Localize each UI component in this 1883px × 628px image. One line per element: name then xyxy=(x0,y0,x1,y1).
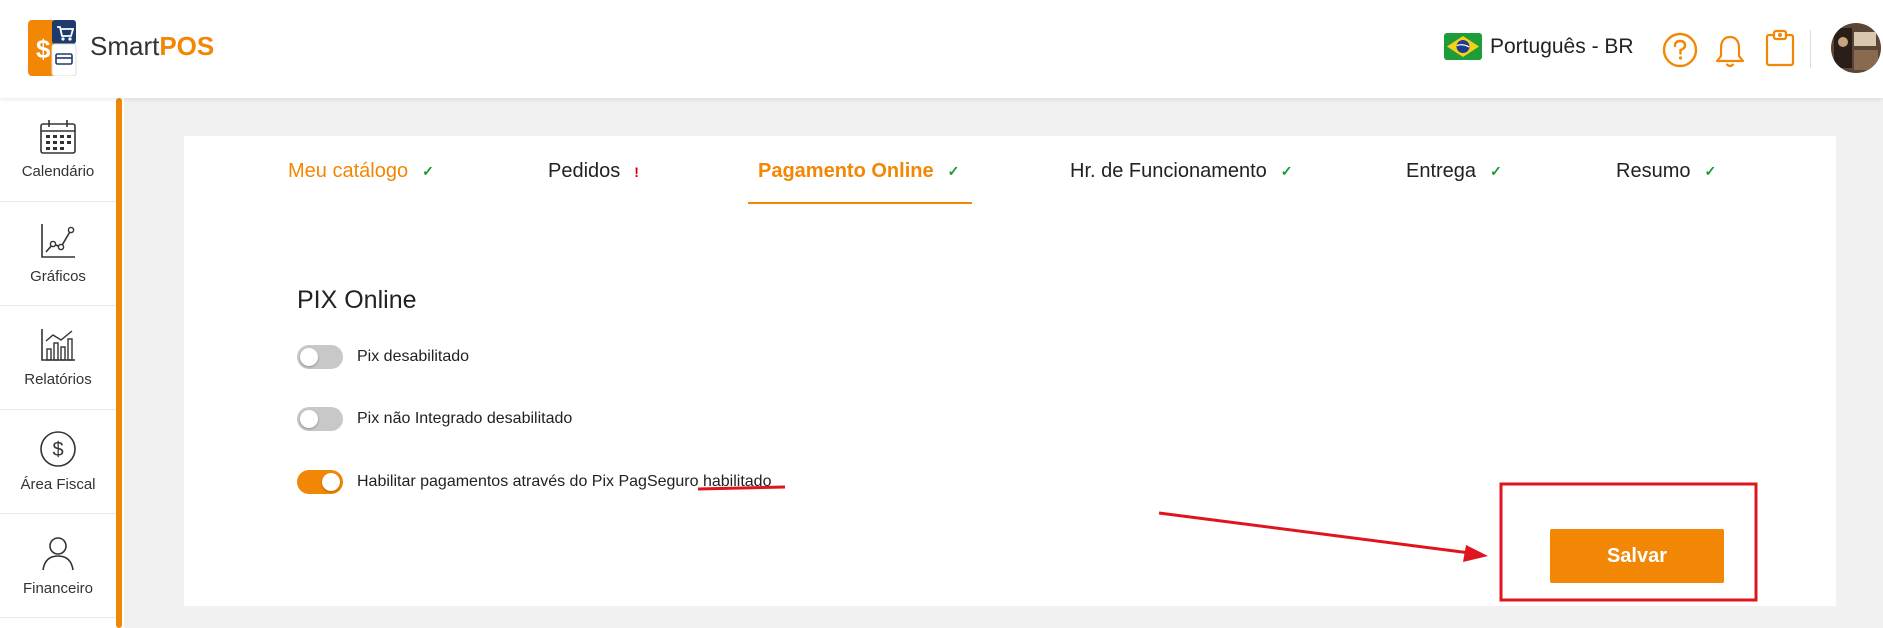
help-icon[interactable] xyxy=(1662,32,1698,68)
option-pix-nao-integrado: Pix não Integrado desabilitado xyxy=(297,407,572,431)
pix-toggle[interactable] xyxy=(297,345,343,369)
option-label: Pix desabilitado xyxy=(357,348,470,365)
pix-nao-integrado-toggle[interactable] xyxy=(297,407,343,431)
dollar-circle-icon: $ xyxy=(40,431,76,467)
smartpos-logo-icon[interactable]: $ xyxy=(28,20,84,76)
top-header: $ SmartPOS Português - BR xyxy=(0,0,1883,98)
active-tab-indicator xyxy=(748,202,972,204)
tab-hr-de-funcionamento[interactable]: Hr. de Funcionamento ✓ xyxy=(1070,160,1293,183)
check-icon: ✓ xyxy=(1704,163,1717,179)
sidebar-item-financeiro[interactable]: Financeiro xyxy=(0,514,116,618)
toggle-knob xyxy=(300,348,318,366)
tab-entrega[interactable]: Entrega ✓ xyxy=(1406,160,1502,183)
tab-label: Hr. de Funcionamento xyxy=(1070,160,1267,182)
sidebar-item-relatorios[interactable]: Relatórios xyxy=(0,306,116,410)
person-icon xyxy=(42,537,74,571)
toggle-knob xyxy=(322,473,340,491)
warning-icon: ! xyxy=(634,163,639,180)
notification-bell-icon[interactable] xyxy=(1714,33,1746,69)
tab-meu-catalogo[interactable]: Meu catálogo ✓ xyxy=(288,160,434,183)
sidebar: Calendário Gráficos Relatórios $ Área Fi… xyxy=(0,98,124,628)
tab-label: Resumo xyxy=(1616,160,1691,182)
toggle-knob xyxy=(300,410,318,428)
section-title: PIX Online xyxy=(297,286,417,314)
check-icon: ✓ xyxy=(947,163,960,179)
tab-pagamento-online[interactable]: Pagamento Online ✓ xyxy=(758,160,959,183)
sidebar-item-label: Gráficos xyxy=(30,268,86,285)
calendar-icon xyxy=(40,120,76,154)
sidebar-item-area-fiscal[interactable]: $ Área Fiscal xyxy=(0,410,116,514)
svg-text:$: $ xyxy=(52,439,63,461)
tab-pedidos[interactable]: Pedidos ! xyxy=(548,160,639,183)
svg-text:$: $ xyxy=(36,34,51,64)
tab-resumo[interactable]: Resumo ✓ xyxy=(1616,160,1716,183)
brand-name: SmartPOS xyxy=(90,31,214,62)
option-pix-desabilitado: Pix desabilitado xyxy=(297,345,469,369)
orders-clipboard-icon[interactable] xyxy=(1764,28,1796,68)
check-icon: ✓ xyxy=(1490,163,1502,179)
pix-pagseguro-toggle[interactable] xyxy=(297,470,343,494)
user-avatar[interactable] xyxy=(1830,22,1882,74)
check-icon: ✓ xyxy=(422,163,434,179)
brazil-flag-icon xyxy=(1444,33,1482,60)
brand-name-part1: Smart xyxy=(90,31,160,61)
tab-label: Meu catálogo xyxy=(288,160,409,182)
sidebar-scrollbar[interactable] xyxy=(116,98,122,628)
sidebar-item-label: Relatórios xyxy=(24,371,92,388)
save-button[interactable]: Salvar xyxy=(1550,529,1724,583)
tab-label: Pedidos xyxy=(548,160,621,182)
header-divider xyxy=(1810,30,1811,68)
check-icon: ✓ xyxy=(1280,163,1293,179)
sidebar-item-label: Financeiro xyxy=(22,580,94,597)
language-label: Português - BR xyxy=(1490,34,1634,58)
option-pix-pagseguro: Habilitar pagamentos através do Pix PagS… xyxy=(297,470,771,494)
setup-card: Meu catálogo ✓ Pedidos ! Pagamento Onlin… xyxy=(184,136,1836,606)
option-label: Habilitar pagamentos através do Pix PagS… xyxy=(357,473,772,490)
language-selector[interactable]: Português - BR xyxy=(1444,33,1634,60)
brand-name-part2: POS xyxy=(159,31,215,61)
sidebar-item-graficos[interactable]: Gráficos xyxy=(0,202,116,306)
tab-label: Entrega xyxy=(1406,160,1477,182)
option-label: Pix não Integrado desabilitado xyxy=(357,410,573,427)
tab-label: Pagamento Online xyxy=(758,160,934,182)
sidebar-item-label: Área Fiscal xyxy=(20,476,96,493)
sidebar-item-calendario[interactable]: Calendário xyxy=(0,98,116,202)
sidebar-item-label: Calendário xyxy=(21,163,95,180)
bar-chart-icon xyxy=(41,329,75,361)
line-chart-icon xyxy=(41,224,75,258)
